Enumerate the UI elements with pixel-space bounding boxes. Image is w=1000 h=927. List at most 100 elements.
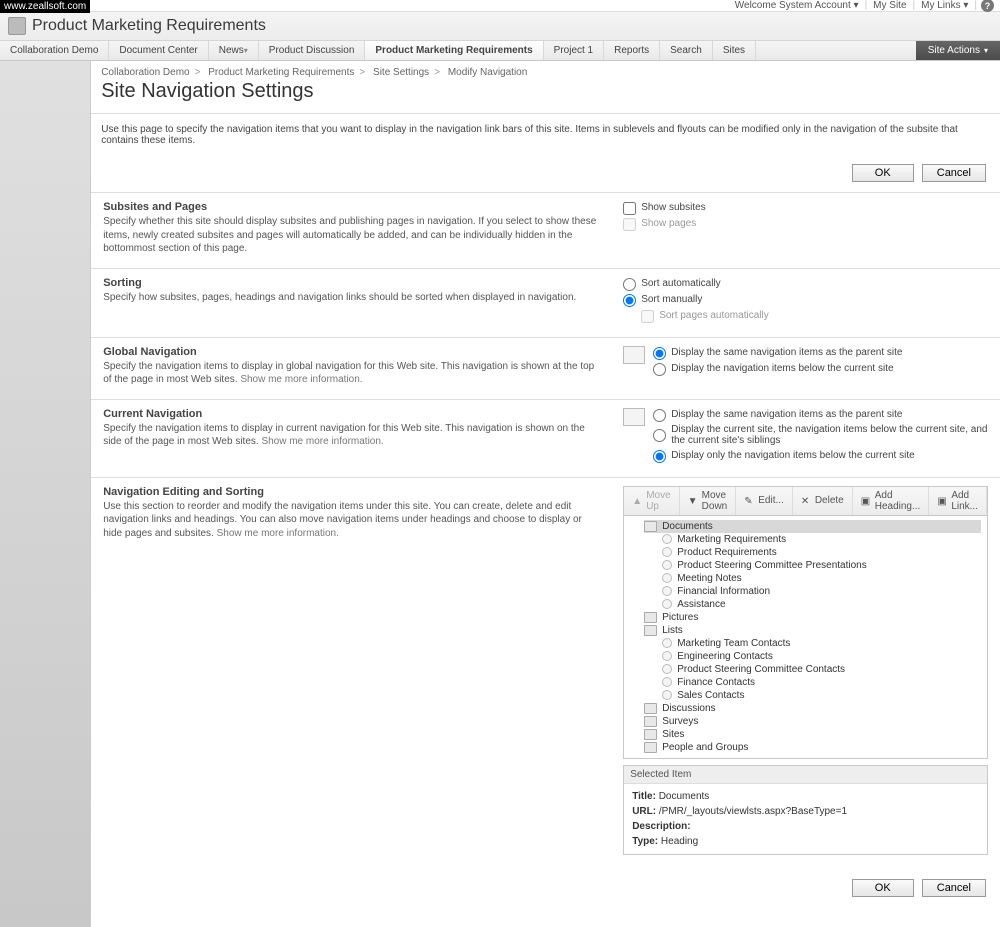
ok-button-top[interactable]: OK xyxy=(852,164,914,182)
section-desc: Specify whether this site should display… xyxy=(103,215,599,256)
current-siblings-radio[interactable]: Display the current site, the navigation… xyxy=(653,424,988,446)
section-desc: Specify the navigation items to display … xyxy=(103,360,599,387)
breadcrumb-item[interactable]: Collaboration Demo xyxy=(101,67,189,78)
tab-reports[interactable]: Reports xyxy=(604,41,660,60)
tree-node[interactable]: Meeting Notes xyxy=(662,572,981,585)
tree-node[interactable]: Assistance xyxy=(662,598,981,611)
link-icon xyxy=(662,690,672,700)
section-desc: Specify the navigation items to display … xyxy=(103,422,599,449)
welcome-menu[interactable]: Welcome System Account ▾ xyxy=(729,0,865,11)
section-title: Subsites and Pages xyxy=(103,201,599,213)
link-icon xyxy=(662,677,672,687)
tree-node-lists[interactable]: Lists xyxy=(644,624,981,637)
selected-url: /PMR/_layouts/viewlsts.aspx?BaseType=1 xyxy=(659,806,847,817)
show-more-link[interactable]: Show me more information. xyxy=(240,374,362,385)
arrow-down-icon: ▼ xyxy=(688,496,698,506)
link-icon xyxy=(662,651,672,661)
add-link-button[interactable]: ▣Add Link... xyxy=(929,487,987,515)
site-actions-menu[interactable]: Site Actions xyxy=(916,41,1000,60)
global-below-radio[interactable]: Display the navigation items below the c… xyxy=(653,362,988,375)
nav-tree: Documents Marketing Requirements Product… xyxy=(623,516,988,759)
my-site-link[interactable]: My Site xyxy=(867,0,912,11)
folder-icon xyxy=(644,716,657,727)
label: Title: xyxy=(632,791,656,802)
global-nav-icon xyxy=(623,346,645,364)
tree-node[interactable]: Financial Information xyxy=(662,585,981,598)
sort-pages-auto-checkbox[interactable]: Sort pages automatically xyxy=(641,309,988,322)
my-links-menu[interactable]: My Links ▾ xyxy=(915,0,974,11)
folder-icon xyxy=(644,625,657,636)
top-bar: Welcome System Account ▾ | My Site | My … xyxy=(0,0,1000,12)
tab-project-1[interactable]: Project 1 xyxy=(544,41,604,60)
nav-edit-toolbar: ▲Move Up ▼Move Down ✎Edit... ✕Delete ▣Ad… xyxy=(623,486,988,516)
selected-item-panel: Selected Item Title: Documents URL: /PMR… xyxy=(623,765,988,855)
show-pages-checkbox[interactable]: Show pages xyxy=(623,217,988,230)
tab-product-marketing-requirements[interactable]: Product Marketing Requirements xyxy=(365,41,543,60)
tree-node[interactable]: Sales Contacts xyxy=(662,689,981,702)
label: Type: xyxy=(632,836,658,847)
site-title: Product Marketing Requirements xyxy=(32,17,266,35)
ok-button-bottom[interactable]: OK xyxy=(852,879,914,897)
breadcrumb-item[interactable]: Product Marketing Requirements xyxy=(208,67,354,78)
edit-button[interactable]: ✎Edit... xyxy=(736,487,793,515)
move-down-button[interactable]: ▼Move Down xyxy=(680,487,737,515)
show-subsites-checkbox[interactable]: Show subsites xyxy=(623,201,988,214)
section-title: Global Navigation xyxy=(103,346,599,358)
breadcrumb: Collaboration Demo> Product Marketing Re… xyxy=(91,61,1000,78)
tree-node[interactable]: Finance Contacts xyxy=(662,676,981,689)
title-bar: Product Marketing Requirements xyxy=(0,12,1000,41)
section-title: Current Navigation xyxy=(103,408,599,420)
left-gutter xyxy=(0,61,90,927)
tree-node[interactable]: Engineering Contacts xyxy=(662,650,981,663)
current-nav-icon xyxy=(623,408,645,426)
link-icon xyxy=(662,573,672,583)
folder-icon xyxy=(644,612,657,623)
link-icon xyxy=(662,586,672,596)
tab-document-center[interactable]: Document Center xyxy=(109,41,208,60)
add-heading-icon: ▣ xyxy=(861,496,871,506)
site-logo-icon xyxy=(8,17,26,35)
tab-search[interactable]: Search xyxy=(660,41,713,60)
tree-node[interactable]: Product Requirements xyxy=(662,546,981,559)
folder-icon xyxy=(644,742,657,753)
current-same-radio[interactable]: Display the same navigation items as the… xyxy=(653,408,988,421)
link-icon xyxy=(662,547,672,557)
section-subsites-pages: Subsites and Pages Specify whether this … xyxy=(91,193,1000,269)
tree-node-documents[interactable]: Documents xyxy=(644,520,981,533)
tab-product-discussion[interactable]: Product Discussion xyxy=(259,41,366,60)
selected-item-header: Selected Item xyxy=(624,766,987,784)
delete-button[interactable]: ✕Delete xyxy=(793,487,853,515)
tree-node[interactable]: Marketing Team Contacts xyxy=(662,637,981,650)
breadcrumb-item[interactable]: Site Settings xyxy=(373,67,429,78)
tree-node-sites[interactable]: Sites xyxy=(644,728,981,741)
current-only-radio[interactable]: Display only the navigation items below … xyxy=(653,449,988,462)
tab-news[interactable]: News xyxy=(209,41,259,60)
top-nav-tabs: Collaboration Demo Document Center News … xyxy=(0,41,1000,61)
cancel-button-bottom[interactable]: Cancel xyxy=(922,879,986,897)
add-link-icon: ▣ xyxy=(937,496,947,506)
tree-node-pictures[interactable]: Pictures xyxy=(644,611,981,624)
tree-node-surveys[interactable]: Surveys xyxy=(644,715,981,728)
global-same-radio[interactable]: Display the same navigation items as the… xyxy=(653,346,988,359)
sort-auto-radio[interactable]: Sort automatically xyxy=(623,277,988,290)
help-icon[interactable]: ? xyxy=(981,0,994,12)
move-up-button[interactable]: ▲Move Up xyxy=(624,487,679,515)
show-more-link[interactable]: Show me more information. xyxy=(261,436,383,447)
tree-node[interactable]: Product Steering Committee Contacts xyxy=(662,663,981,676)
section-desc: Specify how subsites, pages, headings an… xyxy=(103,291,599,305)
folder-icon xyxy=(644,703,657,714)
tree-node-people-groups[interactable]: People and Groups xyxy=(644,741,981,754)
sort-manual-radio[interactable]: Sort manually xyxy=(623,293,988,306)
label: Description: xyxy=(632,821,690,832)
tab-sites[interactable]: Sites xyxy=(713,41,756,60)
breadcrumb-item[interactable]: Modify Navigation xyxy=(448,67,527,78)
tree-node-discussions[interactable]: Discussions xyxy=(644,702,981,715)
cancel-button-top[interactable]: Cancel xyxy=(922,164,986,182)
add-heading-button[interactable]: ▣Add Heading... xyxy=(853,487,930,515)
tree-node[interactable]: Marketing Requirements xyxy=(662,533,981,546)
intro-text: Use this page to specify the navigation … xyxy=(91,113,1000,156)
show-more-link[interactable]: Show me more information. xyxy=(217,528,339,539)
page-title: Site Navigation Settings xyxy=(91,78,1000,113)
tree-node[interactable]: Product Steering Committee Presentations xyxy=(662,559,981,572)
tab-collaboration-demo[interactable]: Collaboration Demo xyxy=(0,41,109,60)
